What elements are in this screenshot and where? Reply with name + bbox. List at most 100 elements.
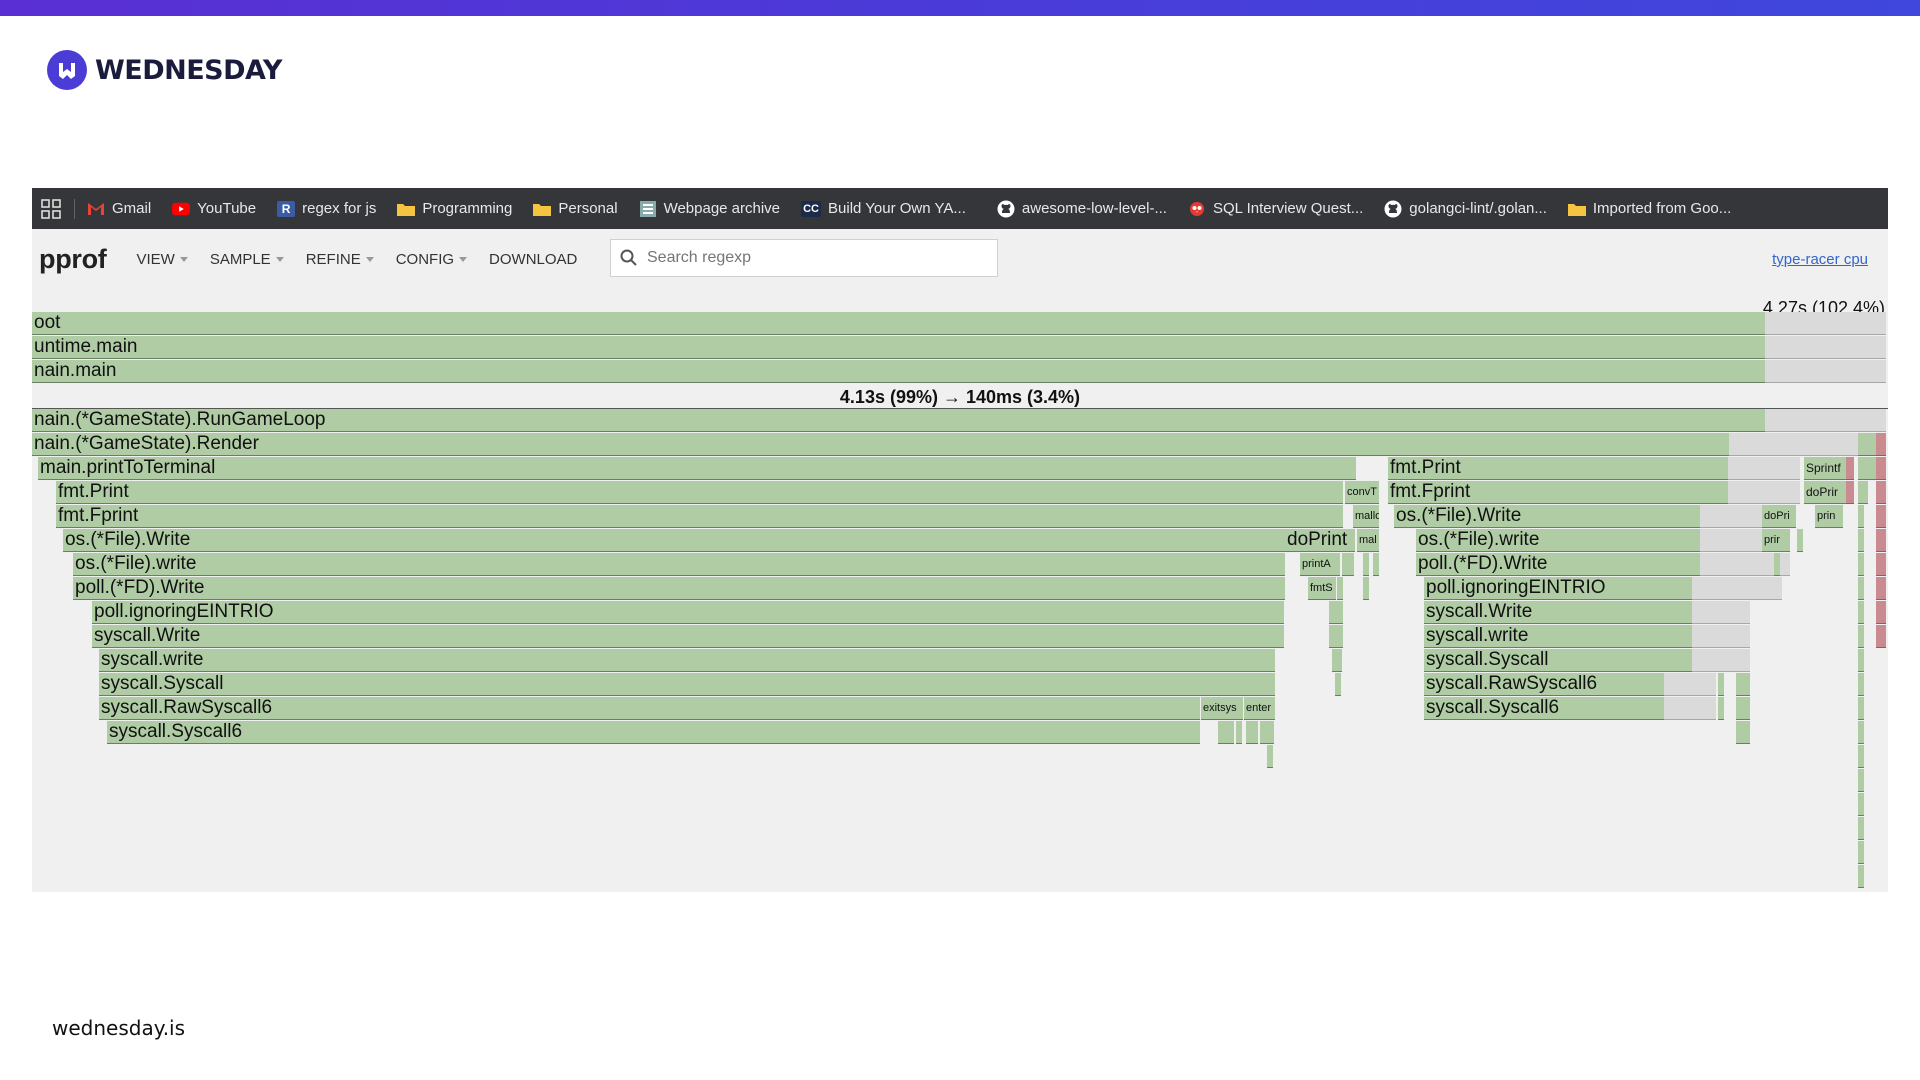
flame-frame[interactable] xyxy=(1846,457,1854,480)
flame-frame[interactable] xyxy=(1858,433,1876,456)
flame-frame-remainder[interactable] xyxy=(1728,457,1800,480)
flame-frame[interactable] xyxy=(1260,721,1274,744)
flame-frame[interactable] xyxy=(1858,529,1864,552)
flame-frame[interactable] xyxy=(1246,721,1258,744)
flame-frame[interactable] xyxy=(1858,841,1864,864)
flame-frame[interactable] xyxy=(1267,745,1273,768)
profile-link[interactable]: type-racer cpu xyxy=(1772,251,1868,268)
flame-frame[interactable] xyxy=(1846,481,1854,504)
flame-frame[interactable] xyxy=(1876,553,1886,576)
flame-frame[interactable] xyxy=(1876,457,1886,480)
flame-frame-remainder[interactable] xyxy=(1664,673,1716,696)
flame-frame[interactable] xyxy=(1736,721,1750,744)
flame-frame[interactable] xyxy=(1718,697,1724,720)
flame-frame-remainder[interactable] xyxy=(1765,360,1886,383)
flame-frame[interactable] xyxy=(1876,505,1886,528)
flame-frame[interactable] xyxy=(1363,577,1369,600)
flame-frame[interactable] xyxy=(1858,673,1864,696)
flame-frame[interactable]: syscall.write xyxy=(99,649,1275,672)
flame-frame[interactable] xyxy=(1329,625,1343,648)
flame-frame-remainder[interactable] xyxy=(1765,409,1886,432)
flame-frame[interactable] xyxy=(1858,745,1864,768)
flame-frame[interactable] xyxy=(1858,553,1864,576)
flame-frame[interactable]: doPrint xyxy=(1285,529,1355,552)
flame-frame[interactable] xyxy=(1858,505,1864,528)
bookmark-personal[interactable]: Personal xyxy=(533,200,618,217)
apps-grid-icon[interactable] xyxy=(40,198,62,220)
bookmark-imported[interactable]: Imported from Goo... xyxy=(1567,200,1731,217)
flame-frame[interactable]: syscall.Syscall6 xyxy=(107,721,1200,744)
flame-frame[interactable] xyxy=(1876,577,1886,600)
flame-frame[interactable]: prir xyxy=(1762,529,1790,552)
flame-frame[interactable]: os.(*File).write xyxy=(73,553,1285,576)
flame-frame-remainder[interactable] xyxy=(1728,481,1800,504)
flame-frame[interactable]: enter xyxy=(1244,697,1275,720)
flame-frame[interactable]: syscall.RawSyscall6 xyxy=(99,697,1200,720)
flame-frame[interactable]: fmt.Fprint xyxy=(1388,481,1728,504)
flame-frame[interactable] xyxy=(1876,529,1886,552)
bookmark-programming[interactable]: Programming xyxy=(397,200,512,217)
flame-frame[interactable] xyxy=(1363,553,1369,576)
flame-frame[interactable] xyxy=(1335,673,1341,696)
flame-frame[interactable]: fmt.Fprint xyxy=(56,505,1343,528)
flame-frame[interactable]: nain.main xyxy=(32,360,1765,383)
flame-frame[interactable]: convT xyxy=(1345,481,1379,504)
bookmark-gmail[interactable]: Gmail xyxy=(87,200,151,217)
flame-frame[interactable] xyxy=(1218,721,1234,744)
flame-frame[interactable]: mal xyxy=(1357,529,1379,552)
flame-frame[interactable] xyxy=(1858,721,1864,744)
menu-view[interactable]: VIEW xyxy=(136,251,188,268)
menu-download[interactable]: DOWNLOAD xyxy=(489,251,577,268)
flame-frame[interactable]: syscall.Syscall6 xyxy=(1424,697,1664,720)
flame-frame[interactable]: fmt.Print xyxy=(1388,457,1728,480)
flame-frame[interactable]: nain.(*GameState).RunGameLoop xyxy=(32,409,1765,432)
flame-frame[interactable] xyxy=(1858,817,1864,840)
flame-frame[interactable] xyxy=(1876,481,1886,504)
flame-frame[interactable]: poll.(*FD).Write xyxy=(1416,553,1700,576)
flame-frame[interactable]: syscall.RawSyscall6 xyxy=(1424,673,1664,696)
flame-frame[interactable]: os.(*File).Write xyxy=(63,529,1285,552)
flame-frame[interactable]: exitsys xyxy=(1201,697,1243,720)
flame-frame-remainder[interactable] xyxy=(1664,697,1716,720)
flame-frame[interactable] xyxy=(1736,673,1750,696)
flame-frame[interactable] xyxy=(1858,793,1864,816)
flame-frame[interactable] xyxy=(1858,601,1864,624)
flame-frame[interactable] xyxy=(1774,553,1780,576)
search-input[interactable] xyxy=(645,248,969,268)
flame-frame[interactable]: poll.ignoringEINTRIO xyxy=(92,601,1279,624)
flame-frame[interactable] xyxy=(1876,625,1886,648)
bookmark-sql-interview[interactable]: SQL Interview Quest... xyxy=(1188,200,1363,217)
flame-frame[interactable] xyxy=(1736,697,1750,720)
flame-frame[interactable] xyxy=(1858,625,1864,648)
flame-frame[interactable] xyxy=(1858,649,1864,672)
flame-frame[interactable] xyxy=(1236,721,1242,744)
flame-frame[interactable] xyxy=(1858,865,1864,888)
flame-frame[interactable]: untime.main xyxy=(32,336,1765,359)
flame-frame[interactable] xyxy=(1332,649,1342,672)
flame-frame[interactable] xyxy=(1797,529,1803,552)
flame-frame[interactable] xyxy=(1337,577,1343,600)
flame-frame[interactable]: os.(*File).Write xyxy=(1394,505,1700,528)
flame-frame[interactable]: syscall.Write xyxy=(92,625,1279,648)
flame-frame[interactable] xyxy=(1373,553,1379,576)
flame-frame[interactable] xyxy=(1876,433,1886,456)
flame-frame[interactable]: main.printToTerminal xyxy=(38,457,1356,480)
flame-frame-remainder[interactable] xyxy=(1692,577,1782,600)
flame-frame-remainder[interactable] xyxy=(1692,649,1750,672)
flame-frame[interactable] xyxy=(1858,457,1876,480)
menu-refine[interactable]: REFINE xyxy=(306,251,374,268)
flame-frame[interactable]: doPri xyxy=(1762,505,1796,528)
flame-frame[interactable] xyxy=(1278,625,1284,648)
flame-frame[interactable]: syscall.write xyxy=(1424,625,1692,648)
flame-frame[interactable] xyxy=(1876,601,1886,624)
flame-frame[interactable]: printA xyxy=(1300,553,1340,576)
bookmark-golangci-lint[interactable]: golangci-lint/.golan... xyxy=(1384,200,1547,217)
flame-frame[interactable] xyxy=(1342,553,1354,576)
flame-frame-remainder[interactable] xyxy=(1765,312,1886,335)
flame-frame[interactable]: nain.(*GameState).Render xyxy=(32,433,1729,456)
search-box[interactable] xyxy=(610,239,998,277)
flame-frame[interactable] xyxy=(1329,601,1343,624)
bookmark-awesome-low-level[interactable]: awesome-low-level-... xyxy=(997,200,1167,217)
flame-frame[interactable] xyxy=(1718,673,1724,696)
focus-banner[interactable]: 4.13s (99%) → 140ms (3.4%) xyxy=(32,385,1888,409)
